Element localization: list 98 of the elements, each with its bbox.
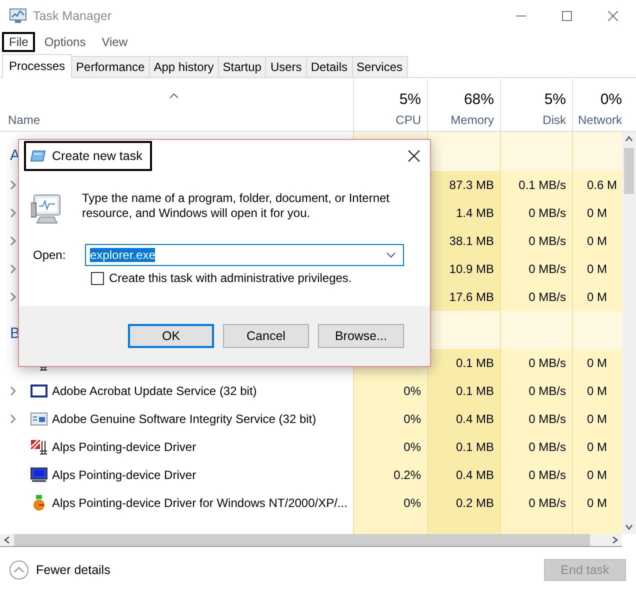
dropdown-caret-icon[interactable] (386, 252, 396, 258)
monitor-chart-icon (9, 8, 27, 24)
column-header[interactable]: Memory (450, 113, 494, 127)
table-cell: 0.2 MB (427, 489, 500, 517)
tab[interactable]: Processes (2, 54, 72, 78)
checkbox-label[interactable]: Create this task with administrative privileges. (109, 271, 352, 285)
process-name[interactable]: Adobe Acrobat Update Service (32 bit) (52, 384, 257, 398)
close-button[interactable] (408, 150, 420, 162)
table-cell: 0 M (572, 199, 622, 227)
usage-percent: 68% (464, 91, 494, 108)
table-cell: 0.1 MB/s (500, 171, 572, 199)
hatched-app-icon (30, 439, 48, 455)
table-cell: 0.1 MB (427, 349, 500, 377)
column-header[interactable]: Network (578, 113, 622, 127)
monitor-icon (30, 467, 48, 483)
table-cell: 0.4 MB (427, 461, 500, 489)
dialog-button[interactable]: OK (128, 324, 214, 348)
process-name[interactable]: Alps Pointing-device Driver for Windows NT/2000/XP/... (52, 496, 348, 510)
menu-item[interactable]: File (2, 32, 36, 52)
tab[interactable]: Performance (71, 56, 150, 77)
table-cell (500, 132, 572, 171)
dialog-message: Type the name of a program, folder, document, or Internet resource, and Windows will open it for you. (82, 191, 391, 222)
table-cell: 0 M (572, 433, 622, 461)
expand-chevron-icon[interactable] (10, 386, 16, 396)
maximize-icon (562, 11, 572, 21)
open-label: Open: (32, 248, 67, 262)
table-cell: 0 MB/s (500, 433, 572, 461)
table-cell: 0 M (572, 377, 622, 405)
tab[interactable]: Startup (218, 56, 266, 77)
scroll-right-icon[interactable] (612, 536, 618, 544)
close-icon (608, 11, 618, 21)
table-cell: 0 M (572, 405, 622, 433)
table-cell: 0% (353, 405, 427, 433)
table-cell: 0 MB/s (500, 405, 572, 433)
scroll-up-icon[interactable] (625, 136, 633, 142)
table-cell (572, 132, 622, 171)
table-cell: 0% (353, 489, 427, 517)
expand-chevron-icon[interactable] (10, 180, 16, 190)
usage-percent: 0% (600, 91, 622, 108)
column-header[interactable]: Name (8, 113, 40, 127)
table-cell: 0 M (572, 227, 622, 255)
usage-percent: 5% (399, 91, 421, 108)
vertical-scrollbar[interactable] (622, 132, 636, 534)
fewer-details-link[interactable]: Fewer details (36, 562, 110, 576)
dialog-title: Create new task (52, 148, 142, 162)
dialog-button[interactable]: Browse... (318, 324, 404, 348)
dialog-button[interactable]: Cancel (223, 324, 309, 348)
table-cell: 0.6 M (572, 171, 622, 199)
scrollbar-thumb[interactable] (624, 148, 634, 194)
checkbox[interactable] (91, 272, 104, 284)
column-header[interactable]: CPU (396, 113, 421, 127)
window-title: Task Manager (33, 9, 113, 23)
table-cell: 0 MB/s (500, 377, 572, 405)
process-name[interactable]: Adobe Genuine Software Integrity Service (32 bit) (52, 412, 316, 426)
expand-chevron-icon[interactable] (10, 414, 16, 424)
computer-icon (31, 193, 63, 225)
scroll-down-icon[interactable] (625, 524, 633, 530)
table-cell (500, 311, 572, 349)
run-window-icon (30, 150, 46, 162)
expand-chevron-icon[interactable] (10, 292, 16, 302)
usage-percent: 5% (544, 91, 566, 108)
close-icon (408, 150, 420, 162)
scroll-left-icon[interactable] (4, 536, 10, 544)
tab[interactable]: App history (148, 56, 219, 77)
table-cell: 0 M (572, 283, 622, 311)
table-cell: 0 MB/s (500, 283, 572, 311)
table-cell: 0.2% (353, 461, 427, 489)
process-name[interactable]: Alps Pointing-device Driver (52, 440, 196, 454)
tab[interactable]: Users (265, 56, 307, 77)
expand-chevron-icon[interactable] (10, 208, 16, 218)
service-window-icon (30, 411, 48, 427)
menu-item[interactable]: Options (37, 32, 93, 52)
column-header[interactable]: Disk (542, 113, 566, 127)
table-cell: 0.1 MB (427, 377, 500, 405)
table-cell (572, 311, 622, 349)
table-cell: 0 MB/s (500, 227, 572, 255)
table-cell: 0 M (572, 461, 622, 489)
table-cell: 0 M (572, 349, 622, 377)
collapse-icon[interactable] (9, 560, 29, 580)
table-cell: 0% (353, 377, 427, 405)
expand-chevron-icon[interactable] (10, 264, 16, 274)
table-cell: 0.1 MB (427, 433, 500, 461)
table-cell: 0 MB/s (500, 489, 572, 517)
open-combo-box[interactable]: explorer.exe (85, 244, 404, 266)
table-cell: 0 M (572, 255, 622, 283)
tab[interactable]: Details (306, 56, 352, 77)
table-cell: 0 MB/s (500, 461, 572, 489)
process-name[interactable]: Alps Pointing-device Driver (52, 468, 196, 482)
table-cell: 0% (353, 433, 427, 461)
table-cell: 0 MB/s (500, 349, 572, 377)
table-cell: 0 MB/s (500, 199, 572, 227)
window-icon (30, 383, 48, 399)
tab[interactable]: Services (352, 56, 408, 77)
expand-chevron-icon[interactable] (10, 236, 16, 246)
table-cell: 0.4 MB (427, 405, 500, 433)
menu-item[interactable]: View (94, 32, 134, 52)
table-cell: 0 M (572, 489, 622, 517)
table-cell: 0 MB/s (500, 255, 572, 283)
